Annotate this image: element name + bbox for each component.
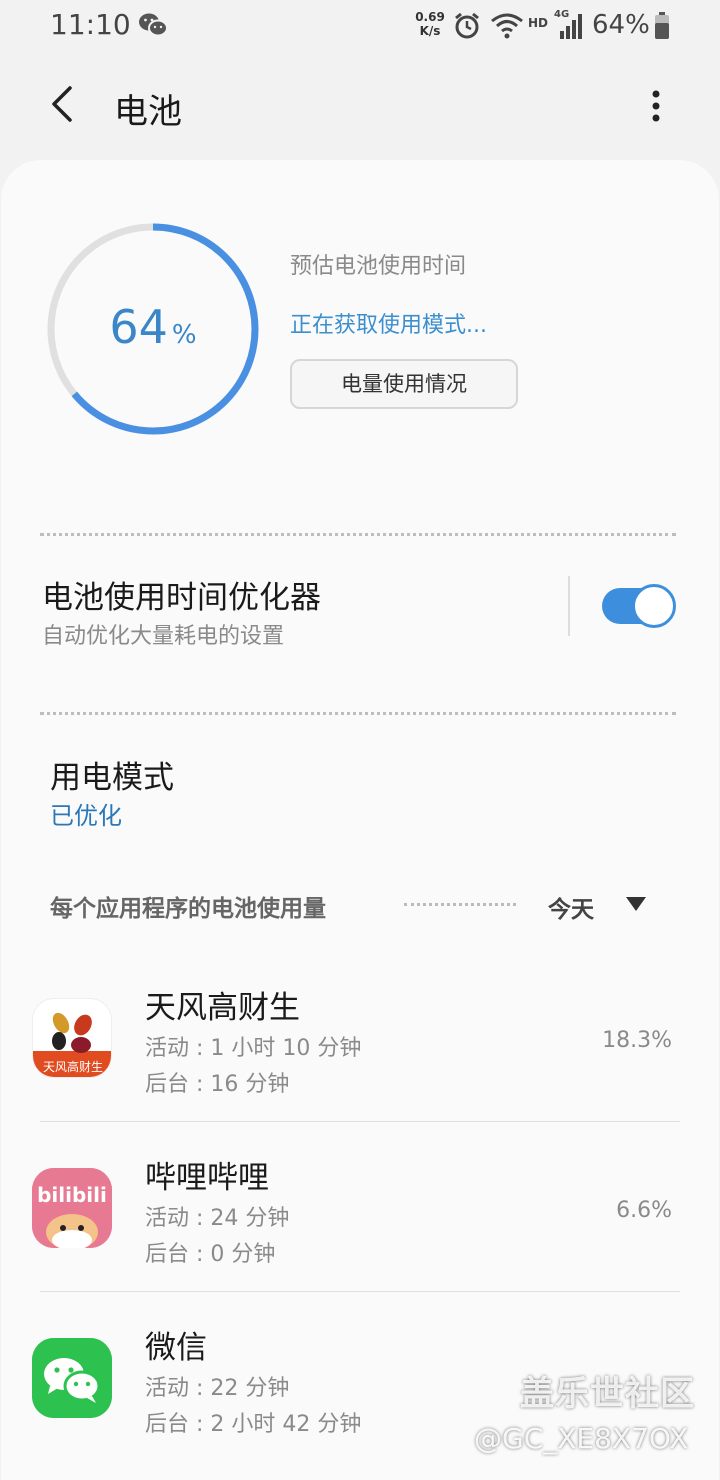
divider [40,712,676,715]
per-app-usage-label: 每个应用程序的电池使用量 [50,896,326,922]
optimizer-title: 电池使用时间优化器 [42,580,321,616]
toggle-knob [632,584,676,628]
bilibili-app-icon: bilibili [32,1168,112,1248]
net-speed: 0.69 K/s [412,10,448,38]
power-mode-title: 用电模式 [50,760,174,796]
network-gen: 4G [554,9,570,20]
back-arrow-icon [52,86,72,122]
battery-percent: 64% [592,10,650,40]
battery-level-number: 64 [109,300,168,354]
wechat-icon [138,12,168,38]
optimizer-toggle[interactable] [602,584,676,628]
usage-pattern-status: 正在获取使用模式... [290,313,487,338]
app-background-time: 后台 : 0 分钟 [145,1242,276,1267]
more-vert-icon [652,90,660,122]
wechat-app-icon [32,1338,112,1418]
battery-usage-button[interactable]: 电量使用情况 [290,359,518,409]
app-name: 微信 [145,1330,207,1366]
tianfeng-app-icon: 天风高财生 [32,998,112,1078]
app-name: 哔哩哔哩 [145,1160,269,1196]
app-name: 天风高财生 [145,990,300,1026]
tianfeng-logo-text: 天风高财生 [43,1059,103,1074]
signal-icon: 4G [554,9,584,45]
net-speed-unit: K/s [419,24,441,38]
watermark-community: 盖乐世社区 [520,1374,695,1414]
app-usage-percent: 18.3% [602,1028,672,1053]
app-row[interactable]: bilibili 哔哩哔哩 活动 : 24 分钟 后台 : 0 分钟 6.6% [0,1122,720,1292]
app-usage-percent: 6.6% [616,1198,672,1223]
alarm-icon [452,11,482,45]
app-background-time: 后台 : 16 分钟 [145,1072,290,1097]
wifi-icon [490,11,524,45]
power-mode-value: 已优化 [50,802,122,830]
app-header: 电池 [0,60,720,150]
page-title: 电池 [114,92,182,132]
app-active-time: 活动 : 1 小时 10 分钟 [145,1036,362,1061]
battery-icon [654,12,670,44]
divider [404,903,516,906]
period-dropdown[interactable]: 今天 [548,890,594,924]
divider [40,533,676,536]
back-button[interactable] [40,80,88,128]
status-time: 11:10 [50,8,131,41]
status-bar: 11:10 0.69 K/s HD 4G 64% [0,0,720,52]
app-active-time: 活动 : 22 分钟 [145,1376,290,1401]
battery-level: 64% [46,300,260,354]
more-options-button[interactable] [636,82,676,130]
app-active-time: 活动 : 24 分钟 [145,1206,290,1231]
estimated-time-label: 预估电池使用时间 [290,254,467,279]
app-background-time: 后台 : 2 小时 42 分钟 [145,1412,362,1437]
app-row[interactable]: 天风高财生 天风高财生 活动 : 1 小时 10 分钟 后台 : 16 分钟 1… [0,952,720,1122]
watermark-user: @GC_XE8X7OX [474,1422,689,1455]
battery-level-unit: % [171,320,197,350]
optimizer-subtitle: 自动优化大量耗电的设置 [42,624,285,649]
vertical-divider [568,576,570,636]
bilibili-logo-text: bilibili [37,1183,107,1207]
net-speed-value: 0.69 [415,10,445,24]
hd-label: HD [528,16,549,30]
dropdown-triangle-icon[interactable] [625,896,647,912]
